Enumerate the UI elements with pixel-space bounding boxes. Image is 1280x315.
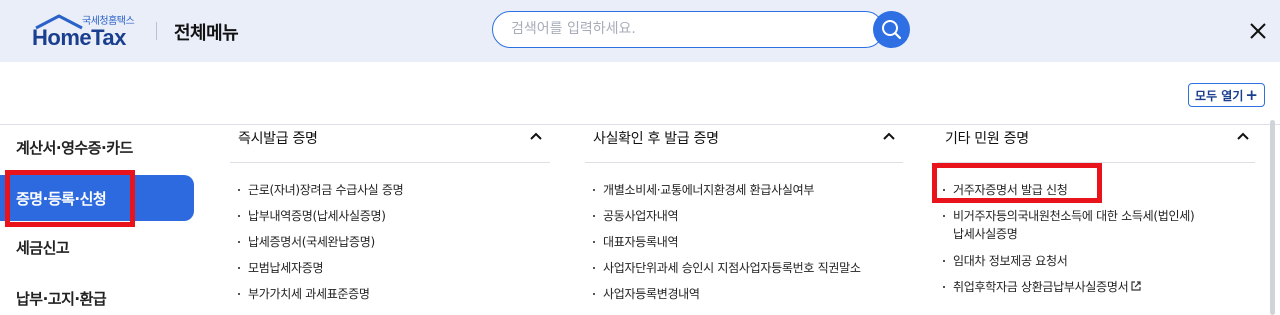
- column-header[interactable]: 기타 민원 증명: [937, 127, 1255, 163]
- column-header[interactable]: 즉시발급 증명: [230, 127, 550, 163]
- menu-item[interactable]: 부가가치세 과세표준증명: [238, 286, 370, 302]
- open-all-label: 모두 열기: [1195, 88, 1244, 103]
- menu-item[interactable]: 임대차 정보제공 요청서: [943, 253, 1068, 269]
- page-title: 전체메뉴: [174, 23, 239, 44]
- nav-item-receipts[interactable]: 계산서·영수증·카드: [16, 137, 133, 158]
- menu-item[interactable]: 비거주자등의국내원천소득에 대한 소득세(법인세): [943, 208, 1195, 224]
- column-title: 사실확인 후 발급 증명: [593, 131, 719, 147]
- scrollbar[interactable]: [1270, 120, 1275, 315]
- search-box: [492, 11, 884, 48]
- search-button[interactable]: [873, 11, 910, 48]
- menu-item[interactable]: 공동사업자내역: [593, 208, 678, 224]
- logo-text: HomeTax: [32, 25, 126, 50]
- search-icon: [882, 20, 902, 40]
- hometax-logo[interactable]: 국세청홈택스 HomeTax: [28, 12, 148, 52]
- menu-item[interactable]: 대표자등록내역: [593, 234, 678, 250]
- chevron-up-icon: [530, 132, 542, 140]
- external-link-icon: [1131, 281, 1141, 291]
- nav-item-payment[interactable]: 납부·고지·환급: [16, 288, 107, 309]
- nav-item-tax-filing[interactable]: 세금신고: [16, 237, 70, 258]
- highlight-box-nav: [5, 170, 135, 227]
- column-title: 기타 민원 증명: [945, 131, 1029, 147]
- close-button[interactable]: [1245, 18, 1271, 44]
- chevron-up-icon: [1237, 132, 1249, 140]
- chevron-up-icon: [883, 132, 895, 140]
- menu-item[interactable]: 취업후학자금 상환금납부사실증명서: [943, 279, 1142, 295]
- menu-item[interactable]: 모범납세자증명: [238, 260, 323, 276]
- highlight-box-item: [932, 163, 1102, 203]
- column-header[interactable]: 사실확인 후 발급 증명: [585, 127, 903, 163]
- close-icon: [1250, 23, 1266, 39]
- open-all-button[interactable]: 모두 열기 +: [1188, 83, 1265, 107]
- menu-item[interactable]: 사업자등록변경내역: [593, 286, 700, 302]
- menu-item[interactable]: 납세증명서(국세완납증명): [238, 234, 375, 250]
- header-divider: [156, 22, 157, 40]
- menu-item[interactable]: 납부내역증명(납세사실증명): [238, 208, 386, 224]
- column-title: 즉시발급 증명: [238, 131, 318, 147]
- plus-icon: +: [1245, 86, 1258, 104]
- menu-item[interactable]: 근로(자녀)장려금 수급사실 증명: [238, 182, 404, 198]
- menu-item-continued[interactable]: 납세사실증명: [943, 226, 1018, 242]
- header: 국세청홈택스 HomeTax 전체메뉴: [0, 0, 1280, 62]
- menu-item[interactable]: 개별소비세·교통에너지환경세 환급사실여부: [593, 182, 814, 198]
- search-input[interactable]: [511, 19, 851, 39]
- menu-item[interactable]: 사업자단위과세 승인시 지점사업자등록번호 직권말소: [593, 260, 861, 276]
